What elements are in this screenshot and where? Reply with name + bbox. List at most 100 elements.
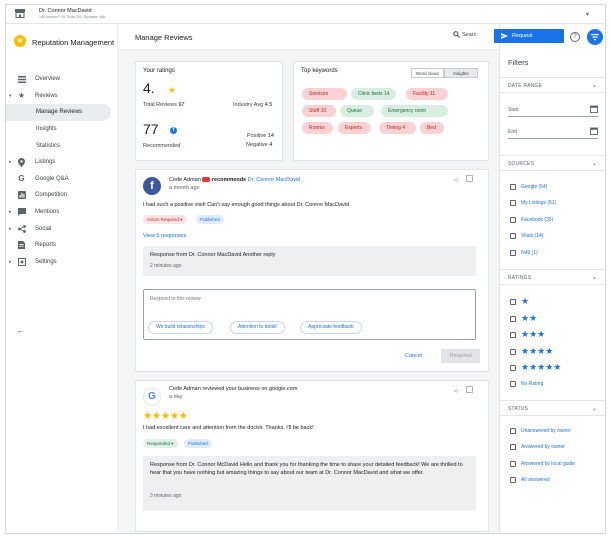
sidebar-item-insights[interactable]: Insights [6, 121, 117, 138]
view-responses-link[interactable]: View 5 responses [143, 233, 186, 239]
checkbox[interactable] [510, 364, 516, 371]
share-review-icon[interactable]: ⋖ [453, 387, 459, 395]
response-time: 3 minutes ago [150, 493, 182, 499]
main-content: Manage Reviews Searc Your ratings 4. ★ T… [118, 24, 499, 533]
checkbox[interactable] [510, 250, 516, 256]
calendar-icon[interactable] [590, 105, 598, 113]
rating-filter-1[interactable]: ★ [510, 297, 529, 306]
status-filter[interactable]: Unanswered by owner [510, 428, 571, 434]
checkbox[interactable] [510, 298, 516, 305]
sidebar-nav: Overview ▾ ★ Reviews Manage Reviews Insi… [6, 71, 117, 270]
filter-section-sources[interactable]: SOURCES ⌄ [500, 155, 605, 171]
keyword-chip[interactable]: Staff 10 [302, 105, 336, 117]
chevron-right-icon[interactable]: ▸ [9, 226, 12, 232]
rating-filter-4[interactable]: ★★★★ [510, 347, 553, 356]
sidebar-item-statistics[interactable]: Statistics [6, 137, 117, 154]
open-external-icon[interactable] [466, 386, 473, 393]
source-filter[interactable]: N49 (1) [510, 250, 538, 256]
checkbox[interactable] [510, 428, 516, 434]
help-icon[interactable]: ? [570, 32, 580, 42]
status-filter[interactable]: All answered [510, 477, 550, 483]
rating-filter-none[interactable]: No Rating [510, 381, 543, 387]
checkbox[interactable] [510, 444, 516, 450]
keyword-chip[interactable]: Rooms [302, 122, 333, 134]
rating-filter-3[interactable]: ★★★ [510, 330, 545, 339]
review-target[interactable]: Dr. Connor MacDavid [248, 177, 301, 183]
chevron-down-icon[interactable]: ⌄ [592, 160, 597, 167]
sidebar-item-label: Social [35, 225, 52, 232]
end-date-field[interactable]: End [508, 127, 598, 139]
status-filter[interactable]: Answered by owner [510, 444, 565, 450]
keyword-chip[interactable]: Services [302, 88, 347, 100]
source-filter[interactable]: Google (54) [510, 184, 547, 190]
keyword-chip[interactable]: Bed [420, 122, 444, 134]
keyword-chip[interactable]: Queue [340, 105, 374, 117]
keyword-chip[interactable]: Timing 4 [379, 122, 416, 134]
checkbox[interactable] [510, 315, 516, 322]
location-name[interactable]: Dr. Connor MacDavid [39, 8, 92, 14]
checkbox[interactable] [510, 184, 516, 190]
keyword-chip[interactable]: Emergency room [381, 105, 448, 117]
checkbox[interactable] [510, 381, 516, 387]
store-icon[interactable] [14, 8, 26, 20]
keyword-chip[interactable]: Facility 11 [406, 88, 448, 100]
respond-button[interactable]: Respond [441, 349, 480, 363]
sidebar-item-reports[interactable]: Reports [6, 237, 117, 254]
status-badge-action[interactable]: Action Required ▾ [143, 215, 187, 224]
suggestion-chip[interactable]: We build relationships [148, 321, 213, 334]
request-button[interactable]: Request [494, 29, 564, 43]
chevron-down-icon[interactable]: ⌄ [592, 274, 597, 281]
sidebar-item-overview[interactable]: Overview [6, 71, 117, 88]
checkbox[interactable] [510, 233, 516, 239]
keyword-chip[interactable]: Experts [338, 122, 371, 134]
review-author[interactable]: Cede Adman [169, 177, 201, 183]
sidebar-item-google-qa[interactable]: G Google Q&A [6, 171, 117, 188]
collapse-sidebar-icon[interactable]: ← [16, 325, 25, 335]
cancel-button[interactable]: Cancel [405, 353, 422, 359]
suggestion-chip[interactable]: Appreciate feedback [300, 321, 362, 334]
rating-filter-2[interactable]: ★★ [510, 314, 537, 323]
source-filter[interactable]: Facebook (33) [510, 217, 553, 223]
share-review-icon[interactable]: ⋖ [453, 176, 459, 184]
sidebar-item-settings[interactable]: ▸ Settings [6, 254, 117, 271]
filter-section-date[interactable]: DATE RANGE ⌄ [500, 77, 605, 93]
search-button[interactable]: Searc [453, 31, 476, 38]
checkbox[interactable] [510, 477, 516, 483]
source-filter[interactable]: Vitals (14) [510, 233, 543, 239]
location-dropdown-icon[interactable]: ▾ [586, 11, 589, 18]
sidebar-item-competition[interactable]: Competition [6, 187, 117, 204]
filter-section-ratings[interactable]: RATINGS ⌄ [500, 269, 605, 285]
open-external-icon[interactable] [466, 175, 473, 182]
toggle-insights[interactable]: Insights [444, 68, 478, 78]
chevron-down-icon[interactable]: ▾ [9, 93, 12, 99]
filter-toggle-button[interactable] [587, 29, 603, 45]
reply-input[interactable] [150, 294, 450, 304]
checkbox[interactable] [510, 331, 516, 338]
chevron-right-icon[interactable]: ▸ [9, 259, 12, 265]
sidebar-item-reviews[interactable]: ▾ ★ Reviews [6, 88, 117, 105]
rating-stars: ★ [521, 296, 530, 306]
source-filter[interactable]: My Listings (51) [510, 200, 556, 206]
start-date-field[interactable]: Start [508, 105, 598, 117]
calendar-icon[interactable] [590, 127, 598, 135]
checkbox[interactable] [510, 461, 516, 467]
sidebar-item-manage-reviews[interactable]: Manage Reviews [6, 104, 111, 121]
sidebar-item-social[interactable]: ▸ Social [6, 220, 117, 237]
toggle-word-cloud[interactable]: Word cloud [411, 68, 444, 78]
checkbox[interactable] [510, 348, 516, 355]
keyword-chip[interactable]: Clinic beds 14 [351, 88, 397, 100]
sidebar-item-listings[interactable]: ▸ Listings [6, 154, 117, 171]
filter-section-status[interactable]: STATUS ⌄ [500, 400, 605, 416]
sidebar-item-mentions[interactable]: ▸ Mentions [6, 204, 117, 221]
status-filter[interactable]: Answered by local guide [510, 461, 575, 467]
rating-filter-5[interactable]: ★★★★★ [510, 363, 561, 372]
suggestion-chip[interactable]: Attention to detail [230, 321, 285, 334]
checkbox[interactable] [510, 200, 516, 206]
chevron-down-icon[interactable]: ⌄ [592, 82, 597, 89]
status-badge-responded[interactable]: Responded ▾ [143, 439, 178, 448]
chevron-right-icon[interactable]: ▸ [9, 159, 12, 165]
dashboard-icon [17, 75, 26, 84]
checkbox[interactable] [510, 217, 516, 223]
chevron-down-icon[interactable]: ⌄ [592, 405, 597, 412]
chevron-right-icon[interactable]: ▸ [9, 209, 12, 215]
